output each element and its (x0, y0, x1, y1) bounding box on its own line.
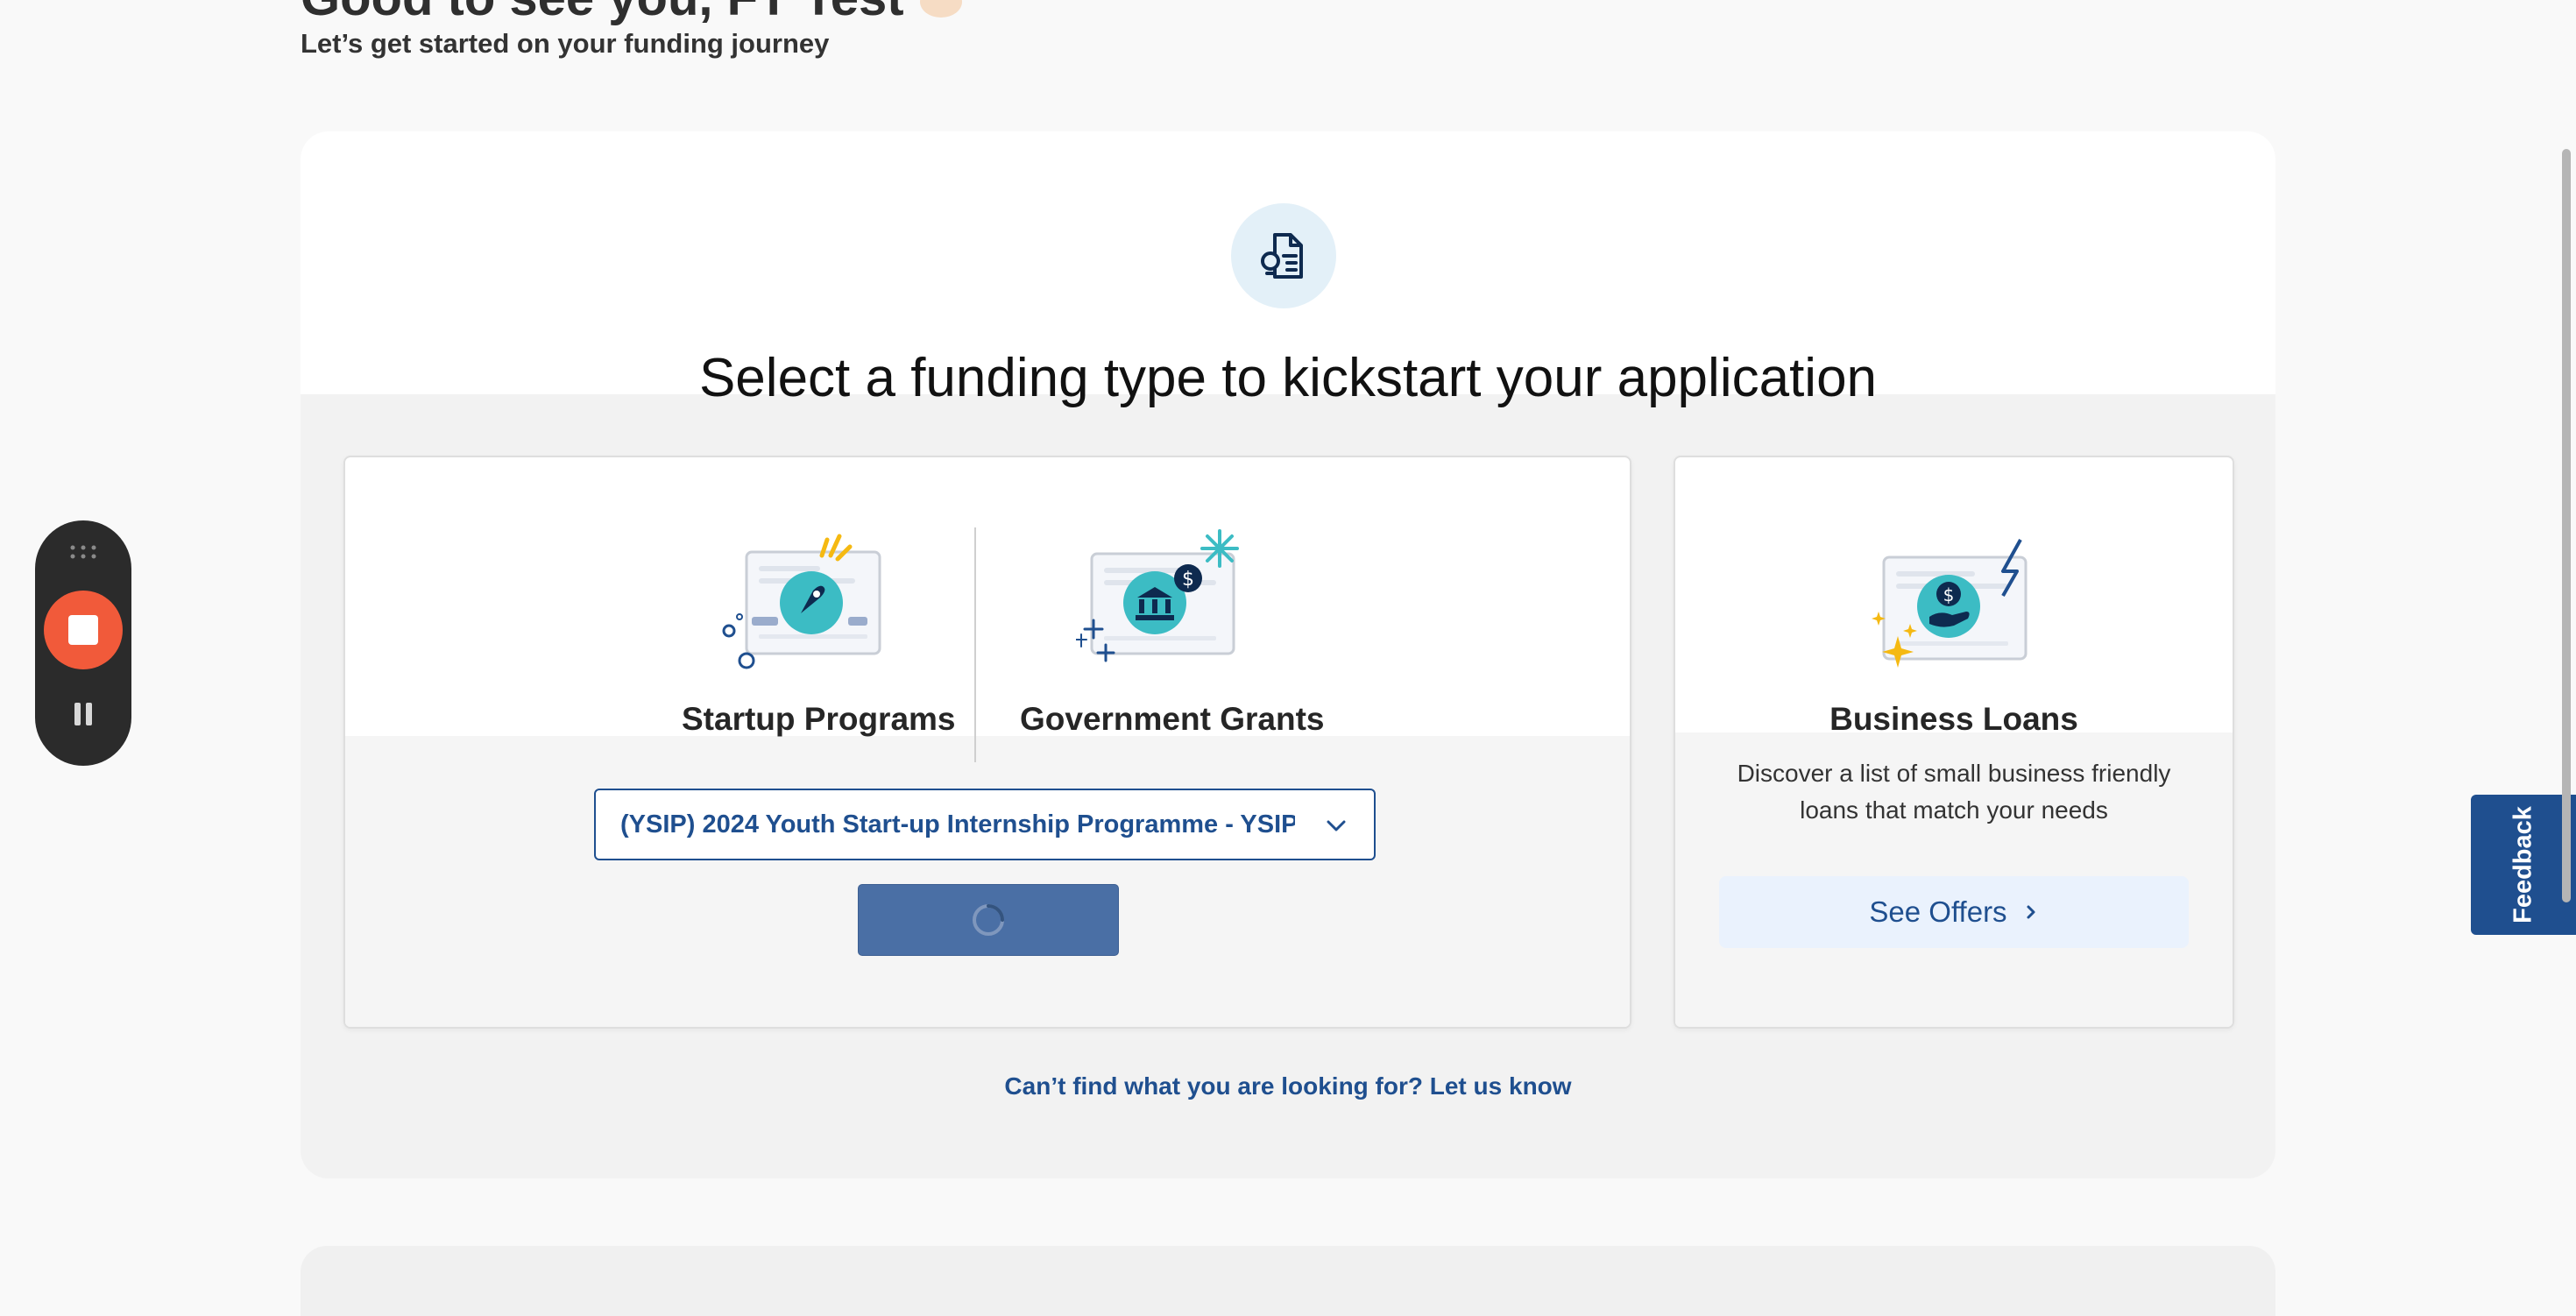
feedback-tab[interactable]: Feedback (2471, 795, 2576, 935)
see-offers-label: See Offers (1869, 895, 2007, 928)
feedback-label: Feedback (2509, 806, 2537, 923)
stop-recording-button[interactable] (44, 591, 123, 669)
waving-hand-icon (919, 0, 962, 18)
next-section-card (301, 1246, 2275, 1316)
programs-grants-card: $ Startup Programs Government Grants (YS… (343, 456, 1631, 1029)
business-loans-card: $ Business Loans Discover a list of smal… (1674, 456, 2234, 1029)
business-loans-description: Discover a list of small business friend… (1737, 760, 2171, 824)
program-select[interactable]: (YSIP) 2024 Youth Start-up Internship Pr… (594, 789, 1376, 860)
drag-handle-icon[interactable] (69, 543, 97, 561)
continue-button-loading[interactable] (858, 884, 1119, 956)
svg-text:$: $ (1182, 569, 1194, 591)
government-building-icon: $ (1076, 529, 1239, 662)
page-scrollbar[interactable] (2562, 149, 2571, 902)
svg-text:$: $ (1943, 584, 1955, 605)
rocket-icon (722, 534, 881, 669)
business-loans-label: Business Loans (1829, 701, 2078, 737)
options-divider (974, 527, 976, 762)
government-grants-label[interactable]: Government Grants (1020, 701, 1324, 738)
chevron-down-icon (1327, 820, 1346, 831)
chevron-right-icon (2027, 905, 2035, 919)
recording-controls (35, 520, 131, 766)
pause-icon[interactable] (71, 701, 96, 727)
help-link[interactable]: Can’t find what you are looking for? Let… (0, 1072, 2576, 1100)
greeting-text: Good to see you, FT Test (301, 0, 904, 26)
greeting-subtitle: Let’s get started on your funding journe… (301, 28, 830, 59)
see-offers-button[interactable]: See Offers (1719, 876, 2189, 948)
programs-card-footer (345, 736, 1630, 1027)
program-select-value: (YSIP) 2024 Youth Start-up Internship Pr… (620, 810, 1295, 838)
loading-spinner-icon (973, 904, 1004, 936)
money-hand-icon: $ (1872, 539, 2028, 668)
stop-icon (68, 615, 98, 645)
lightbulb-document-icon (1231, 203, 1336, 308)
funding-type-heading: Select a funding type to kickstart your … (698, 348, 1878, 408)
startup-programs-label[interactable]: Startup Programs (682, 701, 956, 738)
greeting-heading: Good to see you, FT Test (301, 0, 967, 27)
